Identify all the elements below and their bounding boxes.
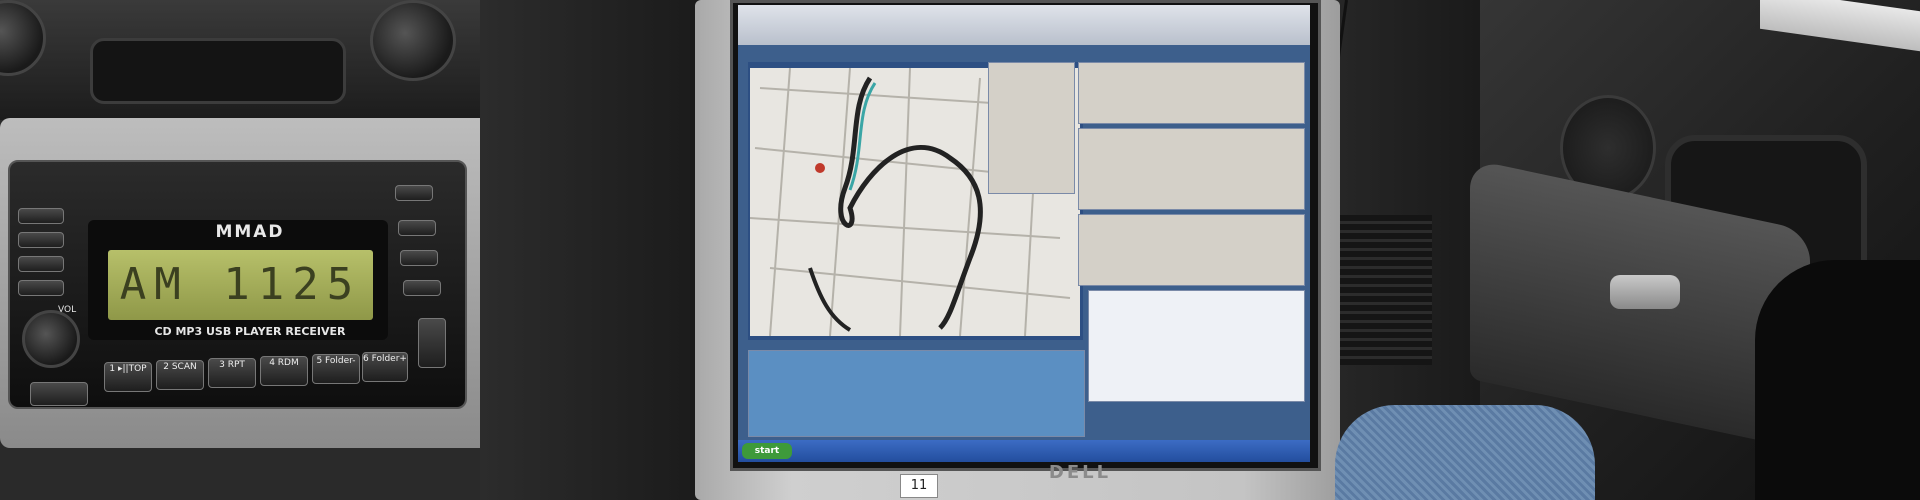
side-button-3 <box>18 256 64 272</box>
car-interior-photo: MMAD AM 1125 CD MP3 USB PLAYER RECEIVER … <box>0 0 1920 500</box>
asset-tag: 11 <box>900 474 938 498</box>
air-vent <box>90 38 346 104</box>
side-button-6 <box>398 220 436 236</box>
preset-button-3: 3 RPT <box>208 358 256 388</box>
seek-button <box>30 382 88 406</box>
vehicle-marker <box>815 163 825 173</box>
person-jacket <box>1755 260 1920 500</box>
layer-tree-panel <box>988 62 1075 194</box>
side-button-8 <box>403 280 441 296</box>
side-button-1 <box>18 208 64 224</box>
taskbar <box>738 440 1310 462</box>
preset-button-2: 2 SCAN <box>156 360 204 390</box>
preset-button-4: 4 RDM <box>260 356 308 386</box>
info-panel-1 <box>1078 62 1305 124</box>
climate-knob-right <box>370 0 456 81</box>
radio-brand: MMAD <box>215 222 285 242</box>
preset-button-6: 6 Folder+ <box>362 352 408 382</box>
radio-display: AM 1125 <box>108 250 373 320</box>
side-button-4 <box>18 280 64 296</box>
laptop-brand-logo: DELL <box>1048 462 1112 483</box>
timeline-panel <box>748 350 1085 437</box>
side-button-5 <box>395 185 433 201</box>
start-button: start <box>742 443 792 459</box>
person-knee <box>1335 405 1595 500</box>
volume-knob <box>22 310 80 368</box>
details-table <box>1088 290 1305 402</box>
dashboard-panel <box>480 0 700 500</box>
app-toolbar <box>738 5 1310 45</box>
side-button-7 <box>400 250 438 266</box>
preset-button-1: 1 ▸||TOP <box>104 362 152 392</box>
radio-caption: CD MP3 USB PLAYER RECEIVER <box>154 325 346 338</box>
info-panel-3 <box>1078 214 1305 286</box>
info-panel-2 <box>1078 128 1305 210</box>
side-button-2 <box>18 232 64 248</box>
preset-button-5: 5 Folder- <box>312 354 360 384</box>
eject-button <box>418 318 446 368</box>
door-lock-latch <box>1610 275 1680 309</box>
